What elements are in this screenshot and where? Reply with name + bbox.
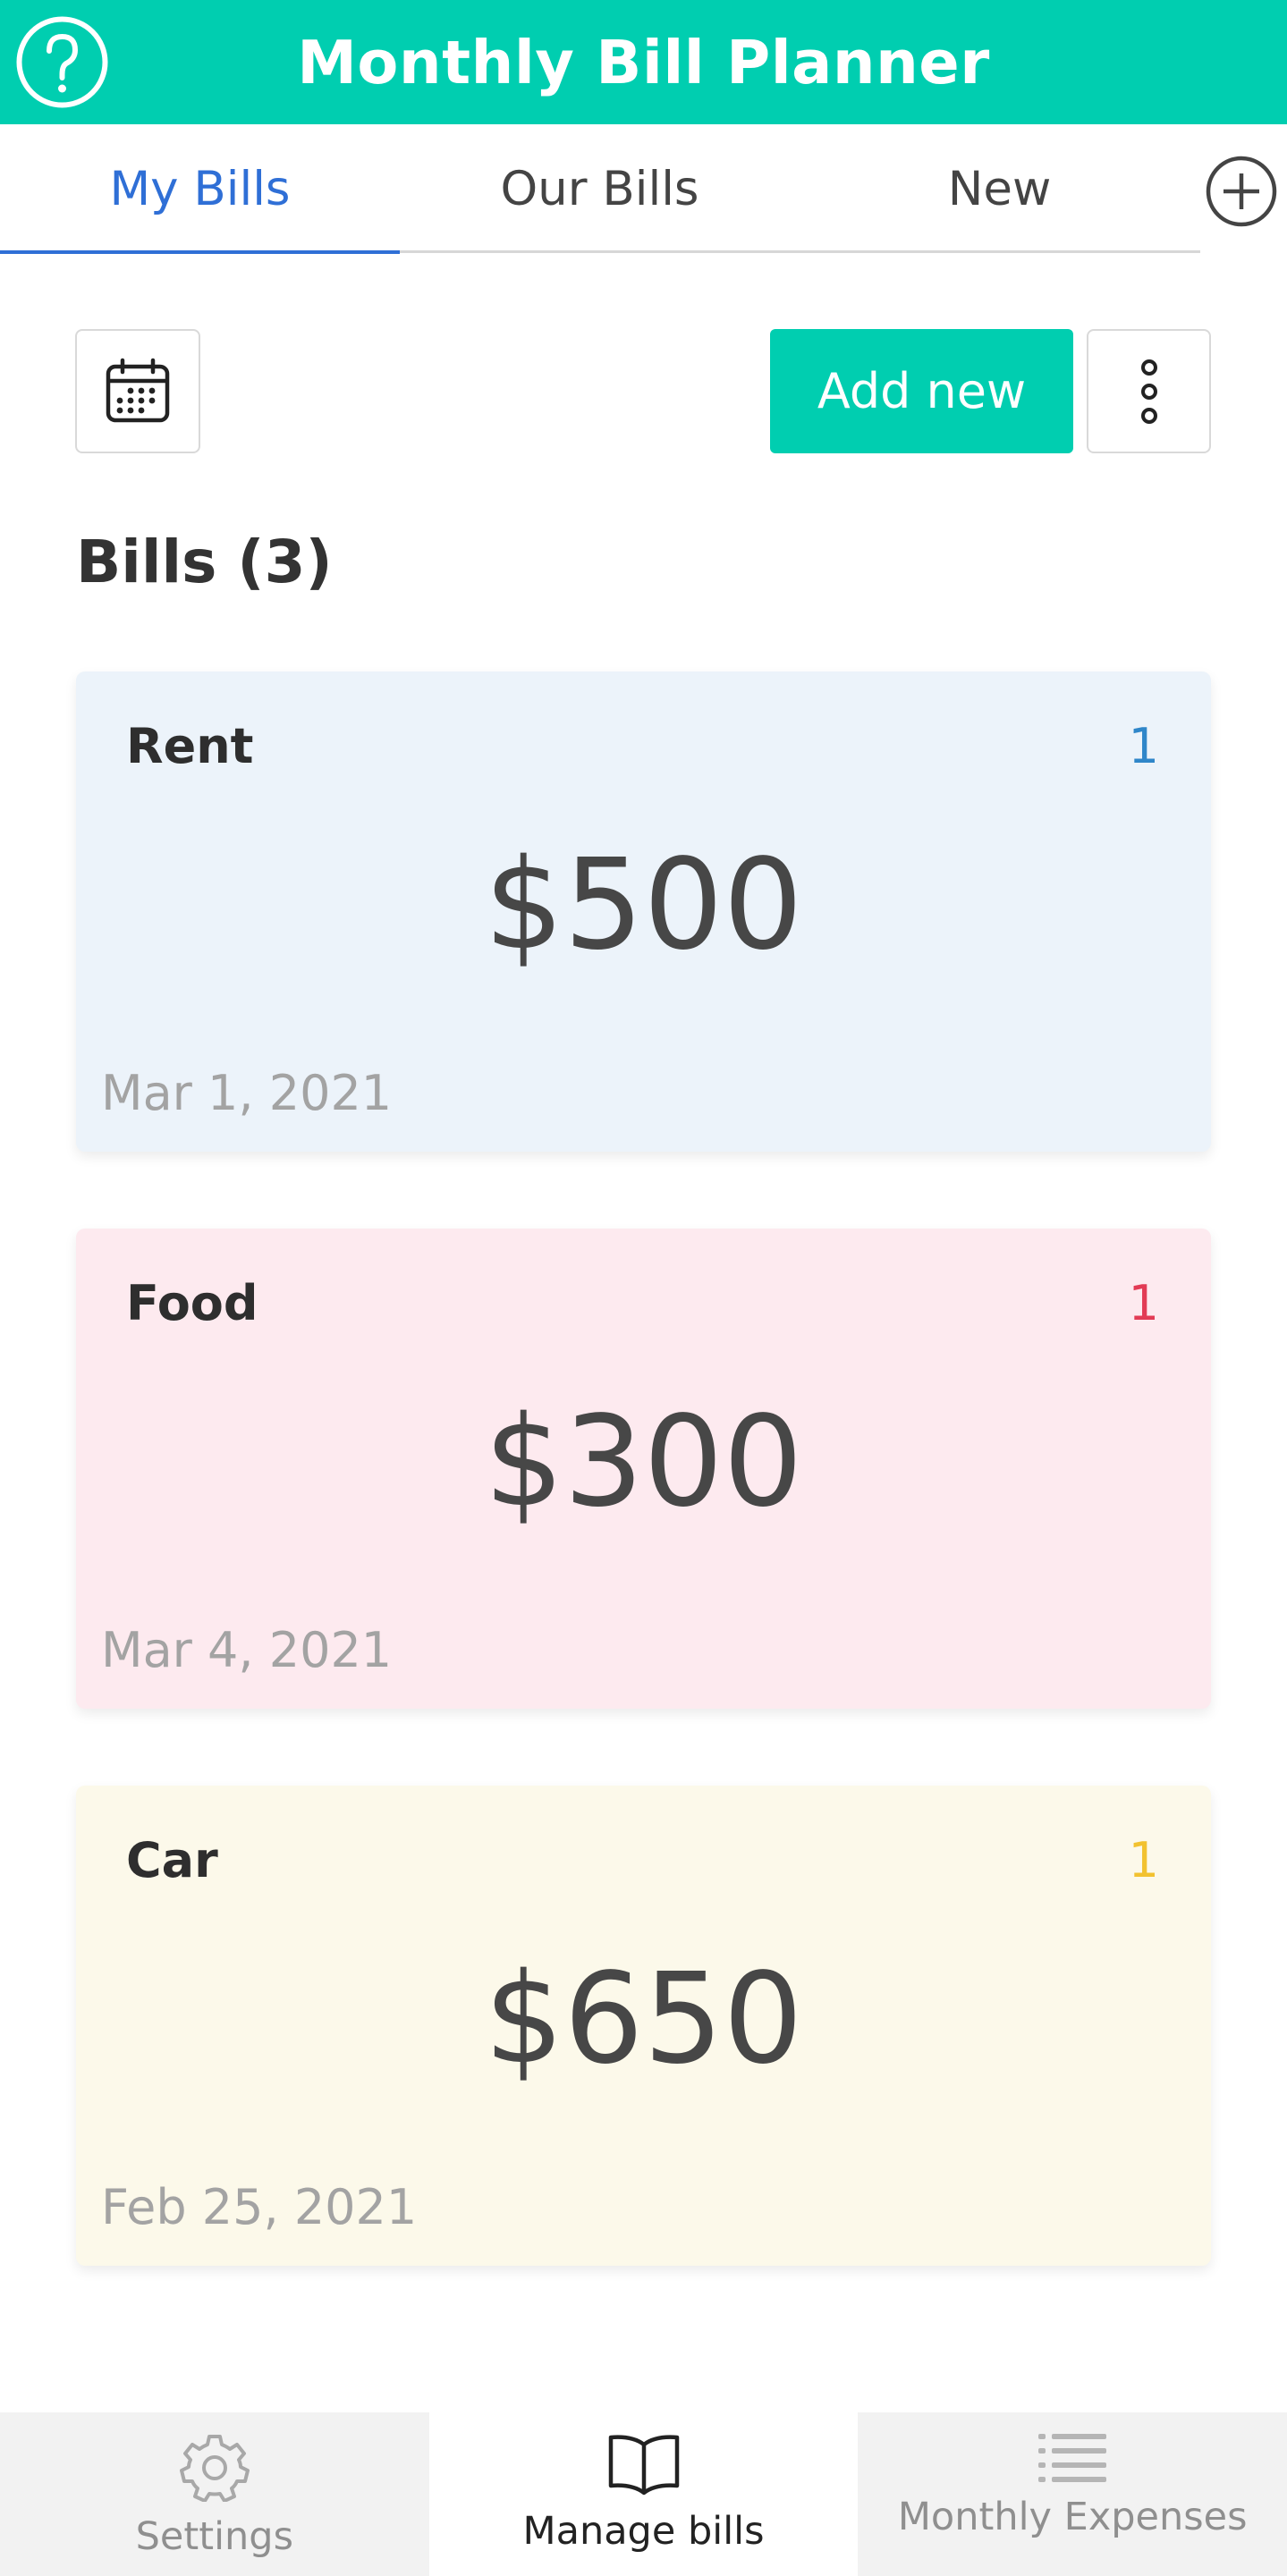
tab-our-bills[interactable]: Our Bills (400, 124, 800, 254)
nav-settings-label: Settings (135, 2514, 294, 2559)
add-tab-button[interactable] (1204, 154, 1279, 229)
bill-amount: $500 (484, 832, 803, 978)
more-options-button[interactable] (1087, 329, 1211, 453)
calendar-button[interactable] (75, 329, 200, 453)
nav-manage-bills[interactable]: Manage bills (428, 2412, 859, 2576)
bills-section-title: Bills (3) (76, 528, 333, 596)
list-icon (1038, 2434, 1107, 2482)
nav-manage-bills-label: Manage bills (522, 2509, 765, 2554)
bill-count: 1 (1128, 718, 1159, 774)
bill-date: Mar 4, 2021 (101, 1622, 393, 1678)
help-circle-icon (16, 16, 108, 108)
gear-icon (179, 2435, 250, 2502)
nav-monthly-expenses-label: Monthly Expenses (897, 2495, 1248, 2539)
bill-card-car[interactable]: Car 1 $650 Feb 25, 2021 (76, 1786, 1211, 2266)
bill-card-food[interactable]: Food 1 $300 Mar 4, 2021 (76, 1229, 1211, 1709)
app-title: Monthly Bill Planner (297, 27, 990, 97)
add-new-button[interactable]: Add new (770, 329, 1073, 453)
help-button[interactable] (15, 15, 109, 109)
nav-monthly-expenses[interactable]: Monthly Expenses (858, 2412, 1287, 2576)
nav-settings[interactable]: Settings (0, 2412, 429, 2576)
bill-date: Mar 1, 2021 (101, 1065, 393, 1121)
bill-count: 1 (1128, 1275, 1159, 1331)
plus-circle-icon (1206, 156, 1277, 227)
tab-bar: My Bills Our Bills New (0, 124, 1287, 254)
book-icon (608, 2435, 679, 2496)
calendar-icon (106, 358, 170, 422)
app-header: Monthly Bill Planner (0, 0, 1287, 124)
bill-name: Rent (126, 718, 254, 774)
bill-name: Food (126, 1275, 258, 1331)
bill-amount: $650 (484, 1947, 803, 2092)
bill-card-rent[interactable]: Rent 1 $500 Mar 1, 2021 (76, 671, 1211, 1152)
bill-date: Feb 25, 2021 (101, 2179, 418, 2235)
bottom-nav: Settings Manage bills Monthly Expenses (0, 2412, 1287, 2576)
tab-new[interactable]: New (800, 124, 1199, 254)
bill-name: Car (126, 1832, 218, 1888)
tab-my-bills[interactable]: My Bills (0, 124, 400, 254)
bill-amount: $300 (484, 1389, 803, 1535)
bill-count: 1 (1128, 1832, 1159, 1888)
vertical-dots-icon (1140, 359, 1157, 424)
